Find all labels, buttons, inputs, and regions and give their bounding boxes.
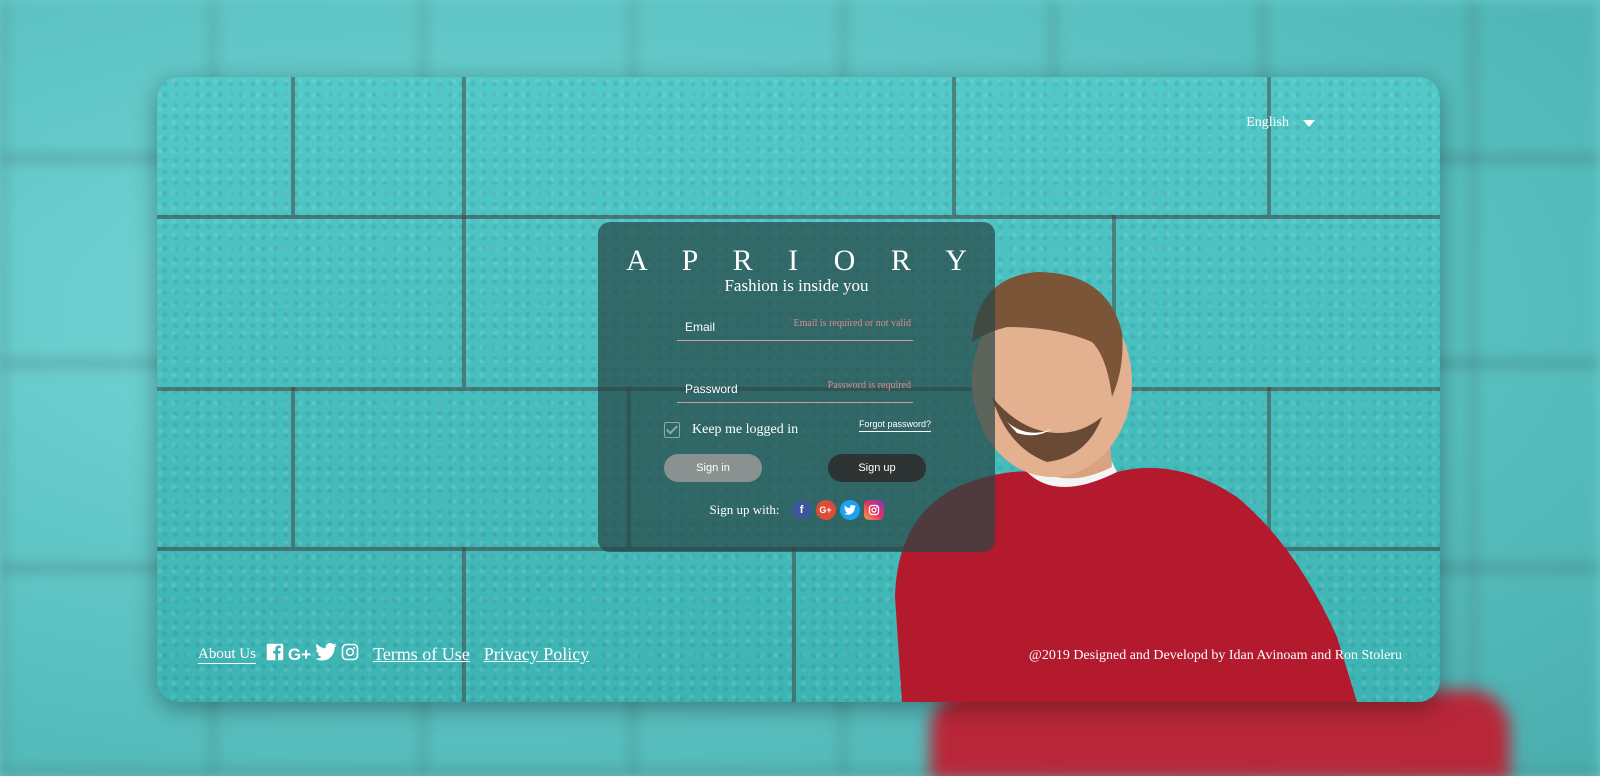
keep-logged-in[interactable]: Keep me logged in xyxy=(664,422,798,438)
password-error: Password is required xyxy=(827,380,911,391)
social-signup-label: Sign up with: xyxy=(709,502,780,517)
language-selector[interactable]: English xyxy=(1246,115,1315,131)
twitter-icon[interactable] xyxy=(315,642,337,666)
brand-logo: A P R I O R Y xyxy=(626,244,981,277)
checkbox-icon[interactable] xyxy=(664,422,680,438)
email-error: Email is required or not valid xyxy=(793,318,911,329)
footer-links: About Us G+ Terms of Use Privacy Policy xyxy=(198,642,590,666)
password-field[interactable]: Password Password is required xyxy=(677,374,913,403)
email-field[interactable]: Email Email is required or not valid xyxy=(677,312,913,341)
instagram-icon[interactable] xyxy=(863,500,884,520)
facebook-icon[interactable] xyxy=(266,643,284,666)
social-signup: Sign up with: f G+ xyxy=(598,500,995,520)
caret-down-icon xyxy=(1303,119,1315,127)
twitter-icon[interactable] xyxy=(839,500,860,520)
main-card: English A P R I O R Y Fashion is inside … xyxy=(157,77,1440,702)
tagline: Fashion is inside you xyxy=(724,276,869,295)
instagram-icon[interactable] xyxy=(341,643,359,666)
privacy-policy-link[interactable]: Privacy Policy xyxy=(484,644,590,665)
keep-logged-in-label: Keep me logged in xyxy=(692,422,799,437)
footer-social-icons: G+ xyxy=(266,642,359,666)
password-label: Password xyxy=(685,382,738,396)
facebook-icon[interactable]: f xyxy=(791,500,812,520)
footer-credit: @2019 Designed and Developd by Idan Avin… xyxy=(1028,648,1402,663)
sign-up-button[interactable]: Sign up xyxy=(828,454,926,482)
about-us-link[interactable]: About Us xyxy=(198,646,256,664)
terms-of-use-link[interactable]: Terms of Use xyxy=(373,644,470,665)
language-label: English xyxy=(1246,115,1289,130)
login-panel: A P R I O R Y Fashion is inside you Emai… xyxy=(598,222,995,552)
forgot-password-link[interactable]: Forgot password? xyxy=(858,419,931,432)
sign-in-button[interactable]: Sign in xyxy=(664,454,762,482)
google-plus-icon[interactable]: G+ xyxy=(815,500,836,520)
email-label: Email xyxy=(685,320,716,334)
google-plus-icon[interactable]: G+ xyxy=(288,645,311,665)
